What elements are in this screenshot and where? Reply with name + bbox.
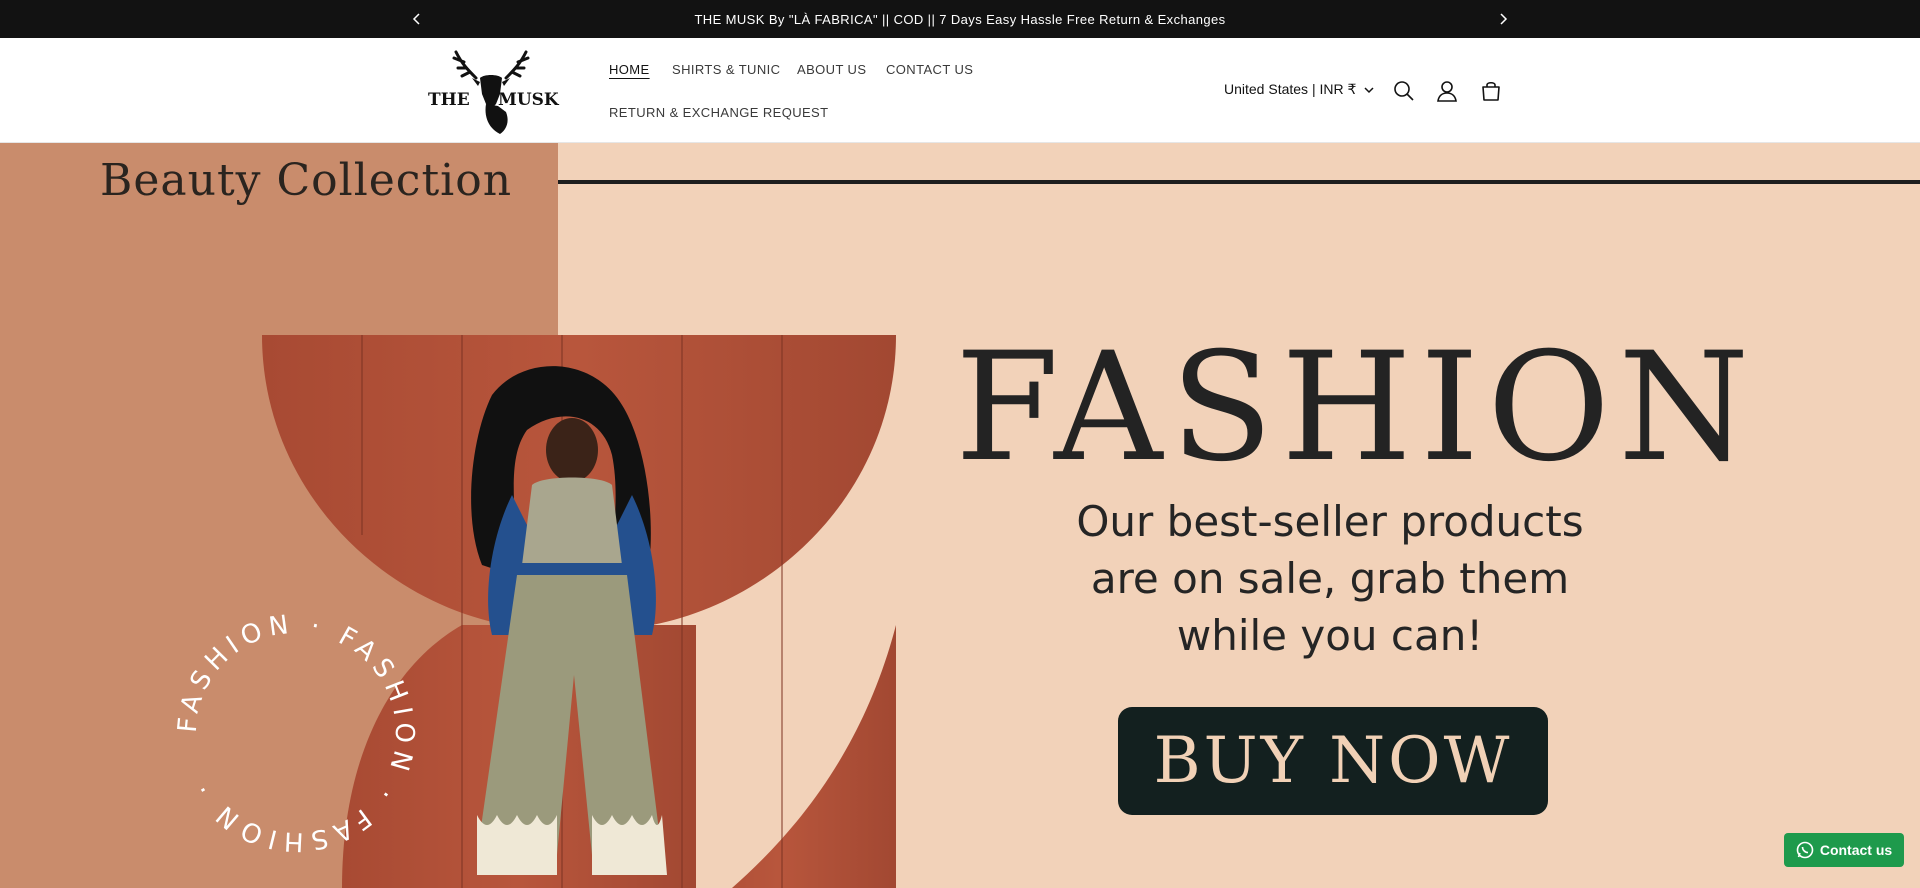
- nav-contact-us[interactable]: CONTACT US: [886, 62, 973, 77]
- country-currency-selector[interactable]: United States | INR ₹: [1224, 81, 1374, 98]
- cart-icon: [1482, 81, 1500, 101]
- site-logo[interactable]: THE MUSK: [428, 46, 559, 136]
- logo-text-the: THE: [428, 90, 470, 110]
- announcement-bar: THE MUSK By "LÀ FABRICA" || COD || 7 Day…: [0, 0, 1920, 38]
- nav-shirts-tunic[interactable]: SHIRTS & TUNIC: [672, 62, 780, 77]
- tagline-line-3: while you can!: [1176, 611, 1484, 660]
- country-currency-label: United States | INR ₹: [1224, 81, 1357, 97]
- svg-text:FASHION · FASHION · FASHION ·: FASHION · FASHION · FASHION ·: [176, 613, 416, 853]
- hero-small-heading: Beauty Collection: [100, 155, 513, 206]
- buy-now-button[interactable]: BUY NOW: [1118, 707, 1548, 815]
- hero-divider-line: [558, 180, 1920, 184]
- whatsapp-icon: [1796, 841, 1814, 859]
- circular-fashion-text: FASHION · FASHION · FASHION ·: [176, 613, 413, 853]
- chevron-down-icon: [1364, 86, 1374, 93]
- search-button[interactable]: [1391, 78, 1417, 104]
- nav-return-exchange[interactable]: RETURN & EXCHANGE REQUEST: [609, 105, 828, 120]
- nav-home[interactable]: HOME: [609, 62, 650, 77]
- whatsapp-contact-button[interactable]: Contact us: [1784, 833, 1904, 867]
- tagline-line-1: Our best-seller products: [1076, 497, 1584, 546]
- chevron-right-icon: [1500, 13, 1508, 25]
- nav-about-us[interactable]: ABOUT US: [797, 62, 866, 77]
- account-icon: [1437, 81, 1457, 102]
- cart-button[interactable]: [1478, 78, 1504, 104]
- hero-banner[interactable]: Beauty Collection ASHION · FASHI N · FAS…: [0, 143, 1920, 888]
- search-icon: [1394, 81, 1414, 101]
- account-button[interactable]: [1434, 78, 1460, 104]
- tagline-line-2: are on sale, grab them: [1090, 554, 1570, 603]
- announcement-next-button[interactable]: [1488, 0, 1518, 38]
- hero-headline: FASHION: [955, 321, 1758, 495]
- logo-text-musk: MUSK: [498, 90, 559, 110]
- site-header: THE MUSK HOME SHIRTS & TUNIC ABOUT US CO…: [0, 38, 1920, 143]
- hero-tagline: Our best-seller products are on sale, gr…: [1000, 493, 1660, 664]
- chevron-left-icon: [412, 13, 420, 25]
- announcement-message: THE MUSK By "LÀ FABRICA" || COD || 7 Day…: [694, 11, 1226, 27]
- whatsapp-label: Contact us: [1819, 842, 1893, 858]
- announcement-prev-button[interactable]: [402, 0, 432, 38]
- circular-fashion-badge: FASHION · FASHION · FASHION ·: [176, 613, 416, 853]
